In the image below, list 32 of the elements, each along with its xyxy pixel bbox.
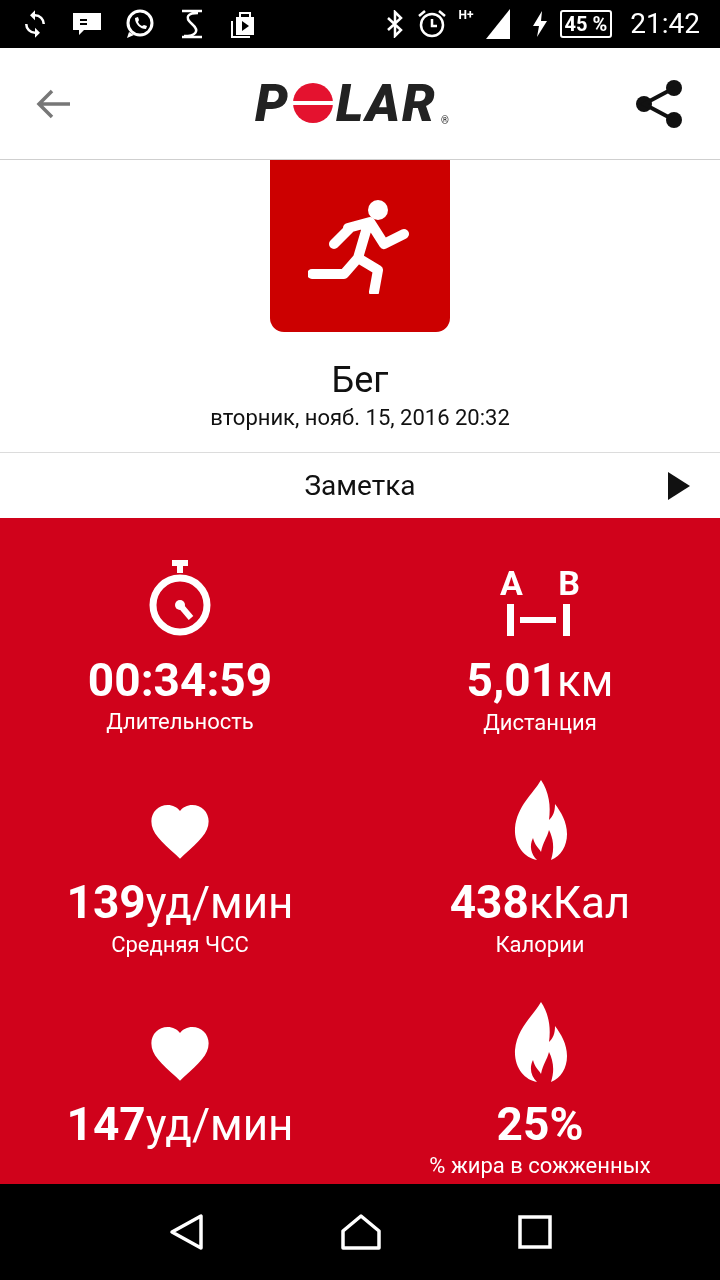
stat-label: Калории bbox=[495, 931, 585, 959]
polar-logo: P LAR® bbox=[255, 81, 451, 126]
activity-date: вторник, нояб. 15, 2016 20:32 bbox=[210, 404, 510, 432]
activity-title: Бег bbox=[331, 358, 389, 402]
home-icon[interactable] bbox=[340, 1213, 382, 1251]
flame-icon bbox=[513, 780, 567, 860]
stat-value: 5,01 км bbox=[466, 654, 614, 707]
alarm-clock-icon bbox=[416, 9, 447, 39]
stat-value: 438кКал bbox=[449, 876, 631, 929]
stat-label: Длительность bbox=[106, 708, 254, 736]
flame-icon bbox=[513, 1002, 567, 1082]
stat-value: 00:34:59 bbox=[87, 654, 273, 706]
share-icon[interactable] bbox=[634, 78, 684, 129]
stat-value: 139уд/мин bbox=[66, 876, 294, 929]
network-type: H+ bbox=[458, 9, 474, 21]
back-icon[interactable] bbox=[168, 1213, 204, 1251]
clock-time: 21:42 bbox=[630, 6, 700, 42]
recent-apps-icon[interactable] bbox=[518, 1215, 552, 1249]
battery-level: 45 % bbox=[559, 10, 613, 38]
running-activity-icon bbox=[270, 160, 450, 332]
back-arrow-icon[interactable] bbox=[36, 87, 72, 120]
stat-value: 147уд/мин bbox=[66, 1098, 294, 1151]
stat-label: Дистанция bbox=[483, 709, 597, 737]
stat-label: % жира в сожженных bbox=[429, 1152, 651, 1180]
charging-icon bbox=[531, 11, 548, 37]
message-icon bbox=[72, 11, 102, 37]
signal-icon bbox=[485, 9, 510, 39]
chat-bubble-icon bbox=[124, 8, 156, 40]
stopwatch-icon bbox=[147, 560, 213, 638]
play-arrow-icon bbox=[668, 471, 690, 500]
stat-value: 25% bbox=[496, 1098, 584, 1150]
stat-label: Средняя ЧСС bbox=[111, 931, 249, 959]
